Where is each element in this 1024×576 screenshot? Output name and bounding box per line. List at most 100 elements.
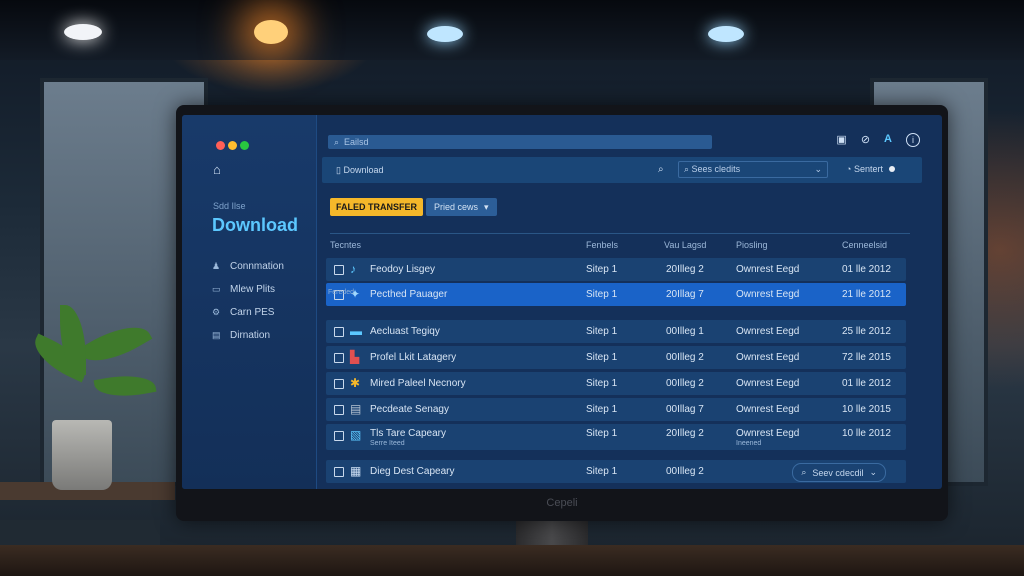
table-row[interactable]: ▤ Pecdeate Senagy Sitep 1 00Illag 7 Ownr… xyxy=(326,398,906,421)
row-name: Tls Tare Capeary xyxy=(370,428,446,439)
column-header[interactable]: Cenneelsid xyxy=(842,240,887,250)
search-icon: ⌕ xyxy=(334,136,340,147)
monitor-brand: Cepeli xyxy=(546,497,578,509)
row-col3: 20Illeg 2 xyxy=(666,264,704,275)
status-badge: FALED TRANSFER xyxy=(330,198,423,216)
row-name: Aecluast Tegiqy xyxy=(370,326,440,337)
row-col3: 00Illeg 1 xyxy=(666,326,704,337)
search-icon: ⌕ xyxy=(801,467,807,477)
row-col4: Ownrest Eegd xyxy=(736,289,800,300)
calendar-icon[interactable]: ▣ xyxy=(836,133,846,147)
row-checkbox[interactable] xyxy=(334,353,344,363)
top-toolbar: ▣ ⊘ A i xyxy=(836,133,920,147)
ceiling xyxy=(0,0,1024,60)
bottom-search-dropdown[interactable]: ⌕ Seev cdecdil ⌄ xyxy=(792,463,886,482)
folder-icon: ▬ xyxy=(350,324,362,338)
path-bar: ▯ Download ⌕ ⌕ Sees cledits ⌄ ◔ Sentert xyxy=(322,157,922,183)
sidebar-item-label: Dirnation xyxy=(230,330,271,341)
row-checkbox[interactable] xyxy=(334,265,344,275)
filter-select[interactable]: ⌕ Sees cledits ⌄ xyxy=(678,161,828,178)
table-row[interactable]: ▬ Aecluast Tegiqy Sitep 1 00Illeg 1 Ownr… xyxy=(326,320,906,343)
row-col2: Sitep 1 xyxy=(586,326,618,337)
search-text: Eailsd xyxy=(344,137,369,147)
row-col2: Sitep 1 xyxy=(586,352,618,363)
puzzle-icon: ✱ xyxy=(350,376,361,390)
bottom-search-text: Seev cdecdil xyxy=(812,467,864,478)
row-checkbox[interactable] xyxy=(334,327,344,337)
sidebar-item-label: Mlew Plits xyxy=(230,284,276,295)
column-header[interactable]: Tecntes xyxy=(330,240,361,250)
table-row[interactable]: ▦ Dieg Dest Capeary Sitep 1 00Illeg 2 ⌕ … xyxy=(326,460,906,483)
minimize-window-button[interactable] xyxy=(228,141,237,150)
row-col2: Sitep 1 xyxy=(586,466,618,477)
row-col3: 00Illeg 2 xyxy=(666,378,704,389)
maximize-window-button[interactable] xyxy=(240,141,249,150)
row-col4-subtitle: Ineened xyxy=(736,440,762,447)
find-icon[interactable]: ⌕ xyxy=(658,164,664,175)
search-input[interactable]: ⌕ Eailsd xyxy=(328,135,712,149)
row-name: Mired Paleel Necnory xyxy=(370,378,466,389)
column-header[interactable]: Fenbels xyxy=(586,240,618,250)
column-header[interactable]: Vau Lagsd xyxy=(664,240,706,250)
sidebar-item-dirnation[interactable]: ▤ Dirnation xyxy=(212,324,284,347)
row-checkbox[interactable] xyxy=(334,405,344,415)
row-col2: Sitep 1 xyxy=(586,378,618,389)
filter-text: Sees cledits xyxy=(691,164,741,174)
music-icon: ♪ xyxy=(350,262,356,276)
table-row[interactable]: ▙ Profel Lkit Latagery Sitep 1 00Illeg 2… xyxy=(326,346,906,369)
row-name: Profel Lkit Latagery xyxy=(370,352,457,363)
table-row[interactable]: ♪ Feodoy Lisgey Sitep 1 20Illeg 2 Ownres… xyxy=(326,258,906,281)
sidebar: ⌂ Sdd Ilse Download ♟ Connmation ▭ Mlew … xyxy=(182,115,317,489)
sort-icon: ◔ xyxy=(846,164,854,174)
sidebar-item-connmation[interactable]: ♟ Connmation xyxy=(212,255,284,278)
font-icon[interactable]: A xyxy=(884,133,892,147)
row-name: Pecdeate Senagy xyxy=(370,404,449,415)
row-checkbox[interactable] xyxy=(334,379,344,389)
row-col5: 10 lle 2012 xyxy=(842,428,891,439)
chevron-down-icon: ⌄ xyxy=(869,467,877,477)
row-col5: 01 lle 2012 xyxy=(842,378,891,389)
chevron-down-icon: ▾ xyxy=(484,201,489,212)
column-header[interactable]: Piosling xyxy=(736,240,768,250)
table-row[interactable]: ✱ Mired Paleel Necnory Sitep 1 00Illeg 2… xyxy=(326,372,906,395)
row-col2: Sitep 1 xyxy=(586,264,618,275)
table-header: Tecntes Fenbels Vau Lagsd Piosling Cenne… xyxy=(330,233,910,256)
row-col3: 00Illeg 2 xyxy=(666,466,704,477)
row-col5: 72 lle 2015 xyxy=(842,352,891,363)
row-col4: Ownrest Eegd xyxy=(736,326,800,337)
table-row-selected[interactable]: ✦ Pecthed Pauager Sitep 1 20Illag 7 Ownr… xyxy=(326,283,906,306)
row-checkbox[interactable] xyxy=(334,467,344,477)
sidebar-item-mlew-plits[interactable]: ▭ Mlew Plits xyxy=(212,278,284,301)
row-col5: 10 lle 2015 xyxy=(842,404,891,415)
table-row[interactable]: ▧ Tls Tare Capeary Serre Iteed Sitep 1 2… xyxy=(326,424,906,450)
file-icon: ▧ xyxy=(350,428,362,442)
screen: ⌂ Sdd Ilse Download ♟ Connmation ▭ Mlew … xyxy=(182,115,942,489)
row-name: Dieg Dest Capeary xyxy=(370,466,455,477)
info-icon[interactable]: i xyxy=(906,133,920,147)
row-col4: Ownrest Eegd xyxy=(736,404,800,415)
path-breadcrumb[interactable]: ▯ Download xyxy=(336,165,384,176)
view-dropdown[interactable]: Pried cews ▾ xyxy=(426,198,497,216)
row-col2: Sitep 1 xyxy=(586,289,618,300)
ceiling-lamp xyxy=(427,26,463,42)
link-icon[interactable]: ⊘ xyxy=(861,133,870,147)
gear-icon: ⚙ xyxy=(212,307,221,317)
sidebar-item-carn-pes[interactable]: ⚙ Carn PES xyxy=(212,301,284,324)
row-name: Pecthed Pauager xyxy=(370,289,448,300)
row-col3: 00Illag 7 xyxy=(666,404,704,415)
section-title: Download xyxy=(212,215,298,235)
close-window-button[interactable] xyxy=(216,141,225,150)
ceiling-lamp xyxy=(708,26,744,42)
row-checkbox[interactable] xyxy=(334,431,344,441)
search-icon: ⌕ xyxy=(684,164,692,174)
row-col5: 21 lle 2012 xyxy=(842,289,891,300)
sort-control[interactable]: ◔ Sentert xyxy=(846,164,896,174)
folder-icon: ▭ xyxy=(212,284,221,294)
book-icon: ▙ xyxy=(350,350,360,364)
row-name: Feodoy Lisgey xyxy=(370,264,436,275)
row-col2: Sitep 1 xyxy=(586,428,618,439)
monitor: Cepeli ⌂ Sdd Ilse Download ♟ Connmation … xyxy=(176,105,948,521)
section-caption: Sdd Ilse xyxy=(213,201,246,211)
home-icon[interactable]: ⌂ xyxy=(213,162,221,177)
row-col4: Ownrest Eegd xyxy=(736,352,800,363)
